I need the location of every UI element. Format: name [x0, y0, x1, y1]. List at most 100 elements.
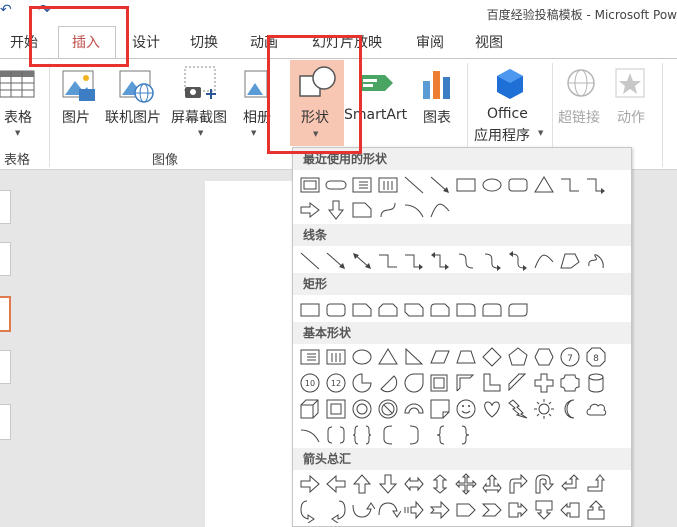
shape-teardrop[interactable]	[401, 370, 427, 396]
shape-curved-up-arrow[interactable]	[349, 497, 376, 523]
shape-dodecagon[interactable]: 12	[323, 370, 349, 396]
shape-line[interactable]	[297, 248, 323, 274]
shape-rounded-pill[interactable]	[323, 172, 349, 198]
shape-round-single-corner[interactable]	[453, 297, 479, 323]
shape-scribble[interactable]	[583, 248, 609, 274]
shape-elbow-double-arrow[interactable]	[427, 248, 453, 274]
shape-freeform[interactable]	[375, 197, 401, 223]
shape-frame[interactable]	[427, 370, 453, 396]
shape-diagonal-stripe[interactable]	[505, 370, 531, 396]
shape-snip-diagonal[interactable]	[401, 297, 427, 323]
shape-left-arrow-callout[interactable]	[557, 497, 583, 523]
shape-right-brace[interactable]	[453, 422, 479, 448]
shape-half-frame[interactable]	[453, 370, 479, 396]
shape-no-symbol[interactable]	[375, 396, 401, 422]
shape-line[interactable]	[401, 172, 427, 198]
shape-arrow-line[interactable]	[427, 172, 453, 198]
shape-arc[interactable]	[297, 422, 323, 448]
shape-donut[interactable]	[349, 396, 375, 422]
shape-left-arrow[interactable]	[323, 471, 349, 497]
shape-cube[interactable]	[297, 396, 323, 422]
shape-down-arrow-callout[interactable]	[531, 497, 557, 523]
slide-canvas[interactable]	[205, 181, 305, 527]
shape-oval[interactable]	[349, 344, 375, 370]
shape-left-brace[interactable]	[427, 422, 453, 448]
shape-left-bracket[interactable]	[375, 422, 401, 448]
shape-bent-up-arrow[interactable]	[583, 471, 609, 497]
shape-parallelogram[interactable]	[427, 344, 453, 370]
shape-curved-right-arrow[interactable]	[297, 497, 323, 524]
tab-design[interactable]: 设计	[132, 32, 160, 52]
shape-octagon[interactable]: 8	[583, 344, 609, 370]
slide-thumbnail[interactable]	[0, 404, 11, 440]
shape-curved-down-arrow[interactable]	[375, 497, 402, 523]
shape-u-turn-arrow[interactable]	[531, 471, 557, 497]
shape-moon[interactable]	[557, 396, 583, 422]
shape-elbow-arrow-connector[interactable]	[401, 248, 427, 274]
shape-chord[interactable]	[375, 370, 401, 396]
shape-quad-arrow[interactable]	[453, 471, 479, 497]
shape-curve[interactable]	[427, 197, 453, 223]
shape-bent-arrow[interactable]	[505, 471, 531, 497]
shape-left-right-up-arrow[interactable]	[479, 471, 505, 497]
tab-review[interactable]: 审阅	[416, 32, 444, 52]
shape-heptagon[interactable]: 7	[557, 344, 583, 370]
shape-notched-right-arrow[interactable]	[427, 497, 453, 523]
shape-down-arrow[interactable]	[375, 471, 401, 497]
shape-curved-arrow-connector[interactable]	[479, 248, 505, 274]
shape-rectangle[interactable]	[453, 172, 479, 198]
shape-snip-single-corner[interactable]	[349, 297, 375, 323]
shape-smiley-face[interactable]	[453, 396, 479, 422]
shape-cross[interactable]	[531, 370, 557, 396]
shape-pentagon-arrow[interactable]	[453, 497, 479, 523]
shape-curved-left-arrow[interactable]	[323, 497, 349, 524]
shape-curve[interactable]	[531, 248, 557, 274]
shape-decagon[interactable]: 10	[297, 370, 323, 396]
shape-right-arrow[interactable]	[297, 471, 323, 497]
shape-arrow-line[interactable]	[323, 248, 349, 274]
shape-arc[interactable]	[401, 197, 427, 223]
shape-snip-corner[interactable]	[349, 197, 375, 223]
shape-lightning-bolt[interactable]	[505, 396, 531, 422]
shape-freeform[interactable]	[557, 248, 583, 274]
shape-triangle[interactable]	[375, 344, 401, 370]
shape-sun[interactable]	[531, 396, 557, 422]
shape-round-diagonal[interactable]	[505, 297, 531, 323]
shape-rectangle[interactable]	[297, 297, 323, 323]
shape-double-brace[interactable]	[349, 422, 375, 448]
shape-diamond[interactable]	[479, 344, 505, 370]
shape-text-box[interactable]	[297, 344, 323, 370]
shape-triangle[interactable]	[531, 172, 557, 198]
shape-hexagon[interactable]	[531, 344, 557, 370]
shape-text-box[interactable]	[349, 172, 375, 198]
shape-vertical-text-box[interactable]	[323, 344, 349, 370]
slide-thumbnail-selected[interactable]	[0, 296, 11, 332]
shape-left-up-arrow[interactable]	[557, 471, 583, 497]
shape-up-arrow[interactable]	[349, 471, 375, 497]
shape-curved-double-arrow[interactable]	[505, 248, 531, 274]
shape-elbow-connector[interactable]	[375, 248, 401, 274]
shape-block-arc[interactable]	[401, 396, 427, 422]
shape-rounded-rectangle[interactable]	[323, 297, 349, 323]
shape-cloud[interactable]	[583, 396, 609, 422]
shape-chevron[interactable]	[479, 497, 505, 523]
slide-thumbnail[interactable]	[0, 242, 11, 276]
shape-l-shape[interactable]	[479, 370, 505, 396]
slide-thumbnail[interactable]	[0, 350, 11, 384]
shape-folded-corner[interactable]	[427, 396, 453, 422]
shape-striped-right-arrow[interactable]	[401, 497, 427, 523]
shape-rounded-rectangle[interactable]	[505, 172, 531, 198]
undo-icon[interactable]: ↶	[0, 2, 16, 18]
shape-round-same-side[interactable]	[479, 297, 505, 323]
tab-view[interactable]: 视图	[475, 32, 503, 52]
shape-right-bracket[interactable]	[401, 422, 427, 448]
shape-snip-same-side[interactable]	[375, 297, 401, 323]
shape-can[interactable]	[583, 370, 609, 396]
shape-pentagon[interactable]	[505, 344, 531, 370]
shape-elbow-connector[interactable]	[557, 172, 583, 198]
shape-oval[interactable]	[479, 172, 505, 198]
shape-left-right-arrow[interactable]	[401, 471, 427, 497]
shape-pie[interactable]	[349, 370, 375, 396]
shape-right-triangle[interactable]	[401, 344, 427, 370]
shape-rectangle-inset[interactable]	[297, 172, 323, 198]
